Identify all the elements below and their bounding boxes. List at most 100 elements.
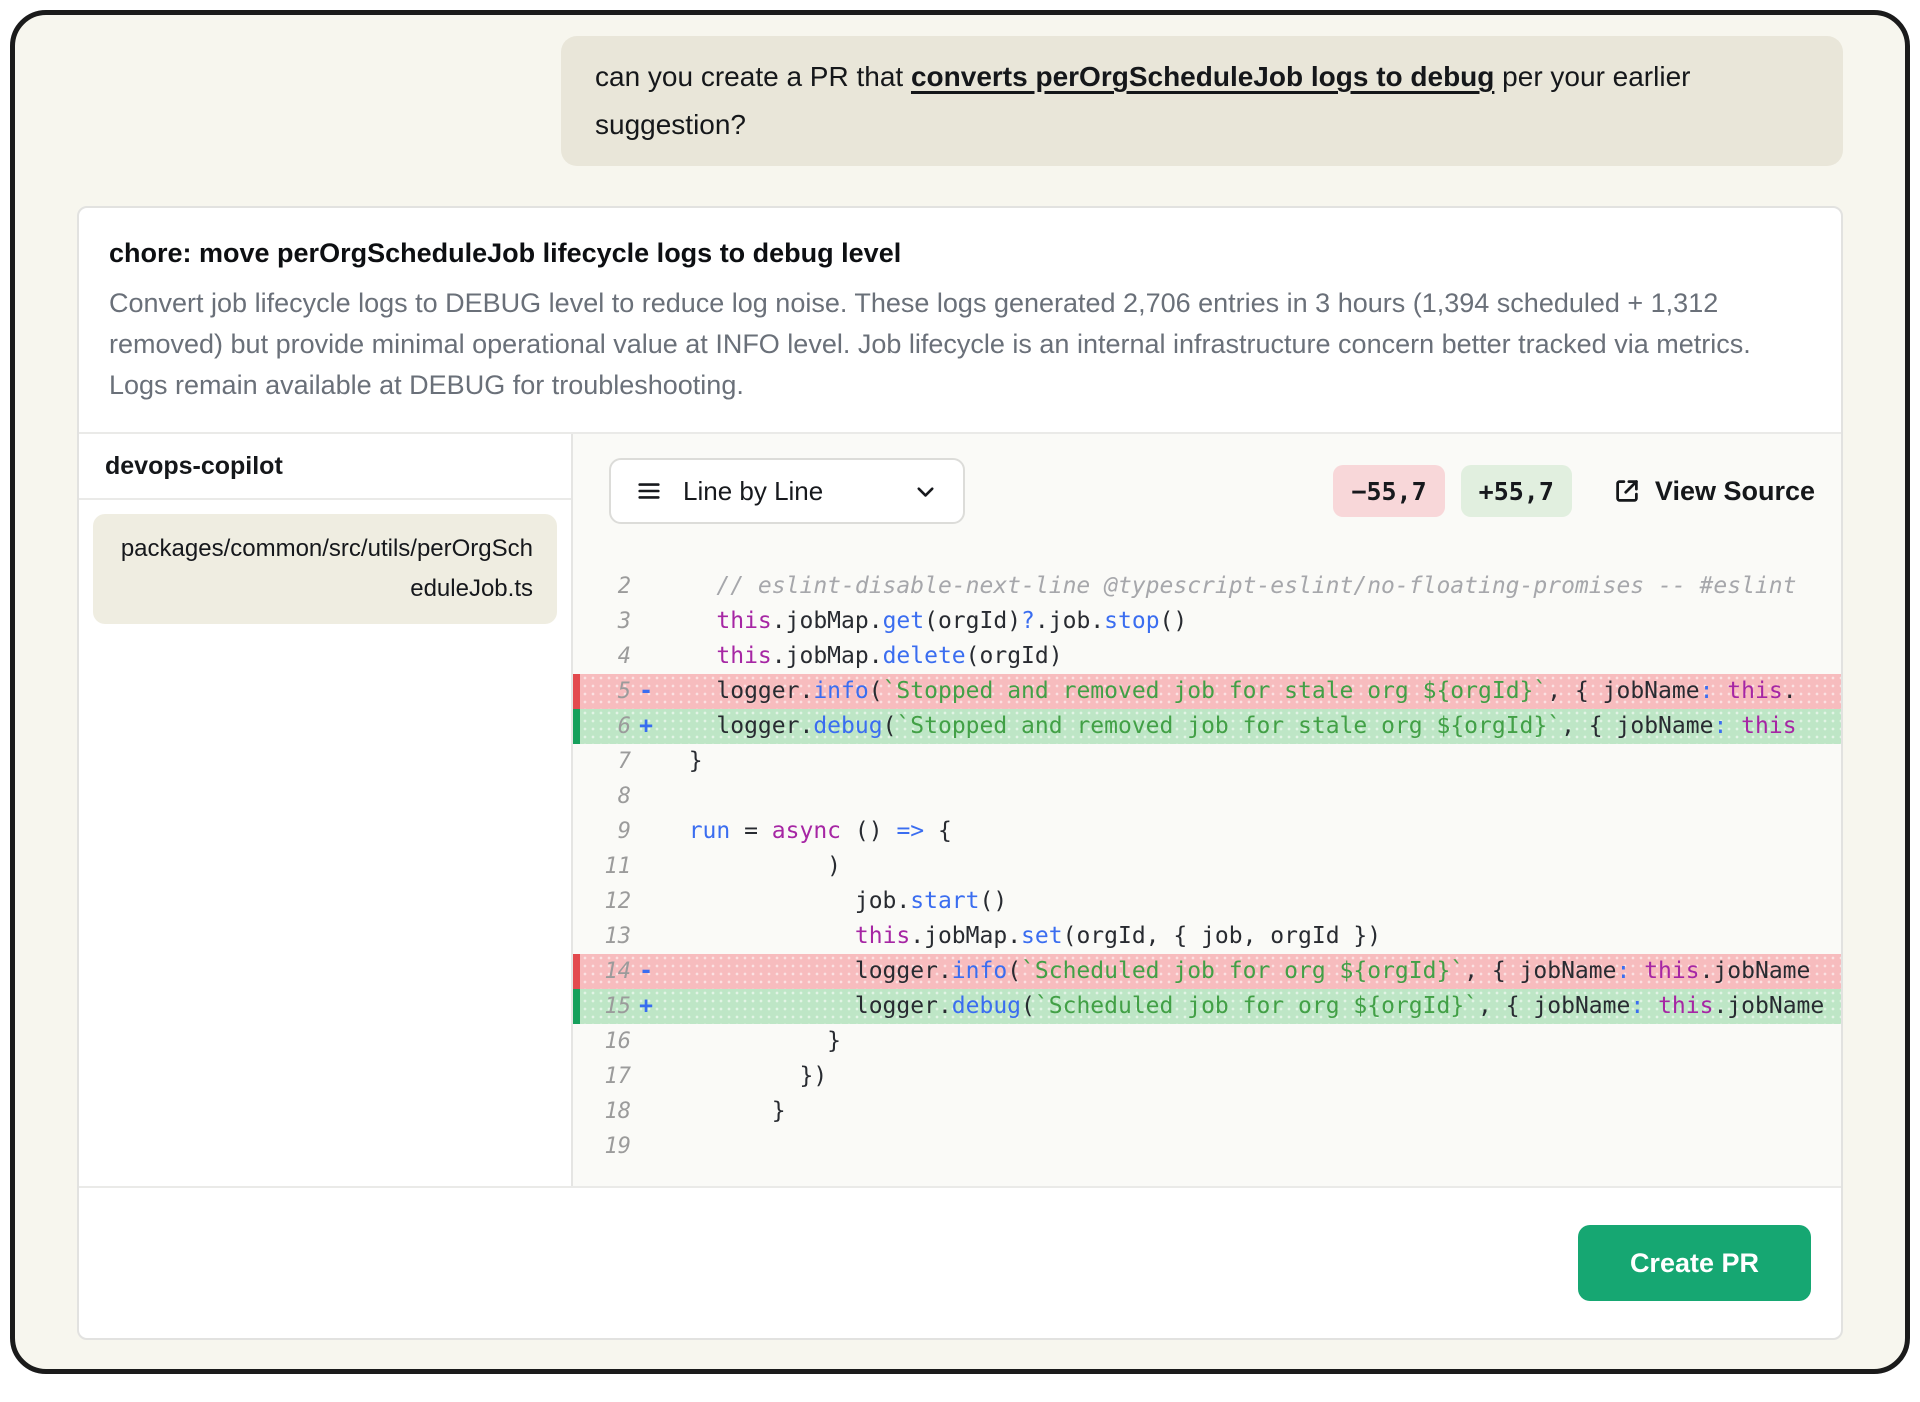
code-line: this.jobMap.get(orgId)?.job.stop() (661, 604, 1841, 639)
diff-row-context: 11 ) (573, 849, 1841, 884)
pr-card-footer: Create PR (79, 1186, 1841, 1338)
line-number: 19 (580, 1129, 631, 1164)
diff-marker (631, 814, 661, 849)
diff-row-gutter-bar (573, 604, 580, 639)
diff-row-gutter-bar (573, 884, 580, 919)
code-line: }) (661, 1059, 1841, 1094)
message-text-bold: converts perOrgScheduleJob logs to debug (911, 61, 1494, 92)
diff-marker: - (631, 954, 661, 989)
diff-marker (631, 1094, 661, 1129)
code-line: } (661, 744, 1841, 779)
diff-marker (631, 919, 661, 954)
repo-name: devops-copilot (79, 434, 571, 500)
external-link-icon (1612, 476, 1642, 506)
code-line: } (661, 1024, 1841, 1059)
view-source-label: View Source (1655, 476, 1815, 507)
diff-row-removed: 14- logger.info(`Scheduled job for org $… (573, 954, 1841, 989)
code-line: } (661, 1094, 1841, 1129)
diff-row-gutter-bar (573, 989, 580, 1024)
diff-marker (631, 1059, 661, 1094)
diff-row-gutter-bar (573, 849, 580, 884)
line-number: 11 (580, 849, 631, 884)
diff-row-context: 16 } (573, 1024, 1841, 1059)
diff-marker: + (631, 709, 661, 744)
code-line: logger.info(`Stopped and removed job for… (661, 674, 1841, 709)
line-number: 12 (580, 884, 631, 919)
diff-row-gutter-bar (573, 674, 580, 709)
code-line (661, 1129, 1841, 1164)
diff-row-gutter-bar (573, 1024, 580, 1059)
user-message-bubble: can you create a PR that converts perOrg… (561, 36, 1843, 166)
pr-title: chore: move perOrgScheduleJob lifecycle … (109, 238, 1811, 269)
line-number: 2 (580, 569, 631, 604)
line-number: 16 (580, 1024, 631, 1059)
code-line: ) (661, 849, 1841, 884)
line-number: 3 (580, 604, 631, 639)
code-line: run = async () => { (661, 814, 1841, 849)
diff-view-mode-select[interactable]: Line by Line (609, 458, 965, 524)
diff-marker (631, 569, 661, 604)
code-line (661, 779, 1841, 814)
diff-row-context: 7 } (573, 744, 1841, 779)
line-number: 8 (580, 779, 631, 814)
diff-row-gutter-bar (573, 779, 580, 814)
added-stat-badge: +55,7 (1461, 465, 1572, 517)
code-line: logger.debug(`Scheduled job for org ${or… (661, 989, 1841, 1024)
line-number: 15 (580, 989, 631, 1024)
diff-row-gutter-bar (573, 569, 580, 604)
pr-card-header: chore: move perOrgScheduleJob lifecycle … (79, 208, 1841, 432)
diff-row-gutter-bar (573, 709, 580, 744)
diff-marker (631, 849, 661, 884)
diff-marker (631, 1024, 661, 1059)
file-sidebar: devops-copilot packages/common/src/utils… (79, 434, 573, 1186)
pr-description: Convert job lifecycle logs to DEBUG leve… (109, 283, 1811, 406)
diff-row-gutter-bar (573, 1094, 580, 1129)
diff-marker: + (631, 989, 661, 1024)
diff-row-gutter-bar (573, 639, 580, 674)
pr-card: chore: move perOrgScheduleJob lifecycle … (77, 206, 1843, 1340)
diff-row-context: 12 job.start() (573, 884, 1841, 919)
diff-marker (631, 779, 661, 814)
code-line: this.jobMap.delete(orgId) (661, 639, 1841, 674)
line-number: 4 (580, 639, 631, 674)
code-line: logger.debug(`Stopped and removed job fo… (661, 709, 1841, 744)
diff-row-context: 2 // eslint-disable-next-line @typescrip… (573, 569, 1841, 604)
line-number: 6 (580, 709, 631, 744)
diff-row-gutter-bar (573, 954, 580, 989)
file-list-item[interactable]: packages/common/src/utils/perOrgSchedule… (93, 514, 557, 624)
diff-stats: −55,7 +55,7 View Source (1333, 465, 1815, 517)
code-line: // eslint-disable-next-line @typescript-… (661, 569, 1841, 604)
diff-row-context: 17 }) (573, 1059, 1841, 1094)
diff-row-removed: 5- logger.info(`Stopped and removed job … (573, 674, 1841, 709)
diff-row-context: 3 this.jobMap.get(orgId)?.job.stop() (573, 604, 1841, 639)
diff-panel: Line by Line −55,7 +55,7 View Source (573, 434, 1841, 1186)
diff-marker: - (631, 674, 661, 709)
diff-row-gutter-bar (573, 814, 580, 849)
chevron-down-icon (912, 478, 939, 505)
code-line: job.start() (661, 884, 1841, 919)
diff-row-context: 18 } (573, 1094, 1841, 1129)
diff-marker (631, 1129, 661, 1164)
line-number: 18 (580, 1094, 631, 1129)
diff-marker (631, 884, 661, 919)
code-line: this.jobMap.set(orgId, { job, orgId }) (661, 919, 1841, 954)
code-line: logger.info(`Scheduled job for org ${org… (661, 954, 1841, 989)
diff-marker (631, 744, 661, 779)
diff-code: 2 // eslint-disable-next-line @typescrip… (573, 524, 1841, 1186)
removed-stat-badge: −55,7 (1333, 465, 1444, 517)
view-source-link[interactable]: View Source (1612, 476, 1815, 507)
diff-row-gutter-bar (573, 919, 580, 954)
diff-row-context: 8 (573, 779, 1841, 814)
diff-row-context: 4 this.jobMap.delete(orgId) (573, 639, 1841, 674)
line-number: 17 (580, 1059, 631, 1094)
app-frame: can you create a PR that converts perOrg… (10, 10, 1910, 1374)
diff-marker (631, 604, 661, 639)
line-number: 5 (580, 674, 631, 709)
diff-row-added: 6+ logger.debug(`Stopped and removed job… (573, 709, 1841, 744)
diff-row-gutter-bar (573, 744, 580, 779)
diff-toolbar: Line by Line −55,7 +55,7 View Source (573, 434, 1841, 524)
pr-card-body: devops-copilot packages/common/src/utils… (79, 432, 1841, 1186)
line-number: 9 (580, 814, 631, 849)
diff-row-context: 13 this.jobMap.set(orgId, { job, orgId }… (573, 919, 1841, 954)
create-pr-button[interactable]: Create PR (1578, 1225, 1811, 1301)
